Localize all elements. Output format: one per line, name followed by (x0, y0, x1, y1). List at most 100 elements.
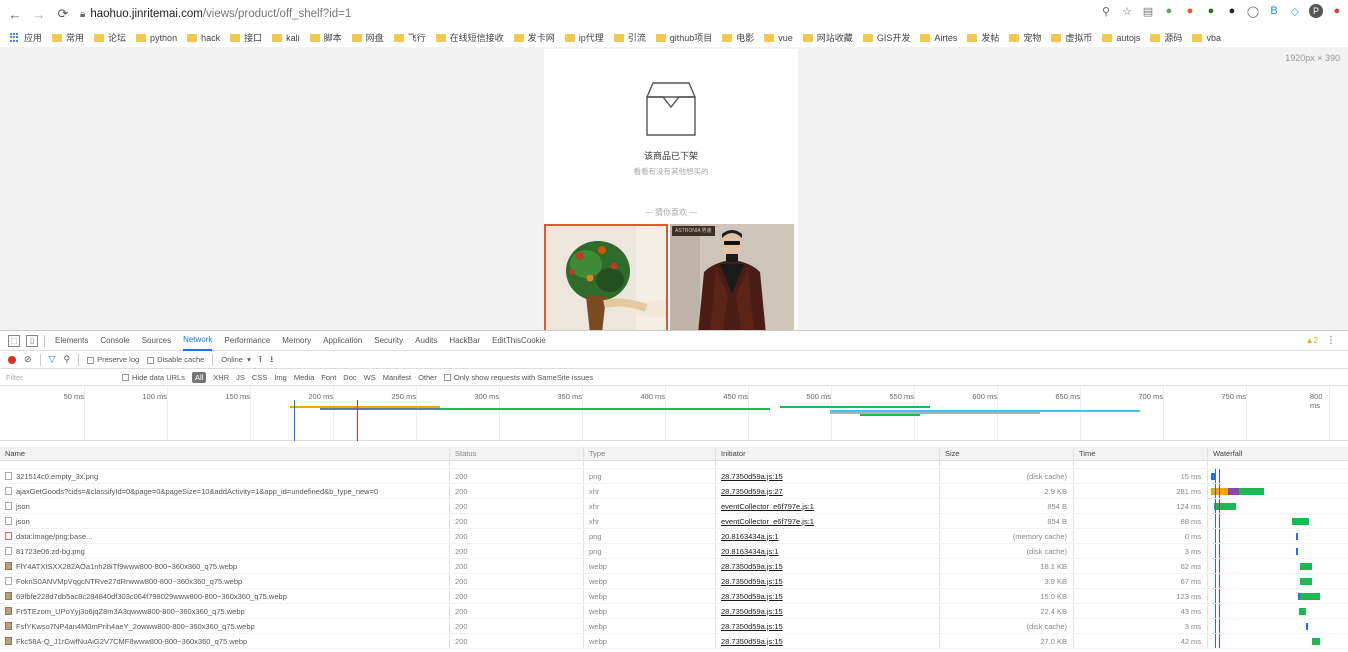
disable-cache-checkbox[interactable]: Disable cache (147, 355, 204, 364)
col-status[interactable]: Status (450, 447, 584, 460)
bookmark-folder[interactable]: 发卡网 (513, 31, 555, 44)
request-initiator-link[interactable]: 28.7350d59a.js:15 (716, 559, 940, 573)
bookmark-folder[interactable]: github项目 (655, 31, 712, 44)
hide-data-urls-checkbox[interactable]: Hide data URLs (122, 373, 185, 382)
table-row[interactable]: data:image/png;base... 200 png 20.8163434a.… (0, 529, 1348, 544)
ext-7[interactable]: B (1267, 4, 1281, 18)
type-filter-other[interactable]: Other (418, 373, 437, 382)
bookmark-folder[interactable]: kali (272, 33, 300, 43)
request-initiator-link[interactable]: 28.7350d59a.js:15 (716, 619, 940, 633)
bookmark-folder[interactable]: 论坛 (94, 31, 126, 44)
col-name[interactable]: Name (0, 447, 450, 460)
type-filter-xhr[interactable]: XHR (213, 373, 229, 382)
tab-audits[interactable]: Audits (415, 331, 437, 351)
back-arrow-icon[interactable]: ← (6, 5, 24, 23)
bookmark-folder[interactable]: 脚本 (309, 31, 342, 44)
bookmark-folder[interactable]: 网站收藏 (802, 31, 853, 44)
request-initiator-link[interactable]: 28.7350d59a.js:15 (716, 574, 940, 588)
preserve-log-checkbox[interactable]: Preserve log (87, 355, 139, 364)
reload-icon[interactable]: ⟳ (54, 5, 72, 23)
tab-sources[interactable]: Sources (142, 331, 171, 351)
tab-console[interactable]: Console (100, 331, 129, 351)
tab-network[interactable]: Network (183, 331, 213, 351)
col-waterfall[interactable]: Waterfall (1208, 447, 1348, 460)
table-row[interactable]: FoknS0ANVMpVqgcNTRve27dRrwww800-800~360x… (0, 574, 1348, 589)
tab-memory[interactable]: Memory (282, 331, 311, 351)
bookmark-folder[interactable]: 电影 (722, 31, 754, 44)
bookmark-folder[interactable]: 虚拟币 (1051, 31, 1092, 44)
ext-3[interactable]: ● (1183, 4, 1197, 18)
address-bar[interactable]: 🔒︎ haohuo.jinritemai.com/views/product/o… (80, 3, 351, 25)
table-row[interactable]: 69fbfe228d7db5ac8c284840df303c064f798029… (0, 589, 1348, 604)
ext-1[interactable]: ▤ (1141, 4, 1155, 18)
type-filter-ws[interactable]: WS (364, 373, 376, 382)
clear-icon[interactable]: ⊘ (24, 354, 32, 365)
tab-security[interactable]: Security (374, 331, 403, 351)
product-card-plant[interactable] (544, 224, 668, 330)
table-row[interactable]: Fkc58A-Q_J1rGwfNuAiG2V7CMF8www800-800~36… (0, 634, 1348, 649)
ext-4[interactable]: ● (1204, 4, 1218, 18)
samesite-checkbox[interactable]: Only show requests with SameSite issues (443, 373, 593, 382)
star-icon[interactable]: ☆ (1120, 4, 1134, 18)
type-filter-img[interactable]: Img (274, 373, 287, 382)
type-filter-css[interactable]: CSS (252, 373, 267, 382)
bookmark-folder[interactable]: 宠物 (1009, 31, 1041, 44)
bookmark-folder[interactable]: Airtes (920, 33, 957, 43)
bookmark-folder[interactable]: 引流 (613, 31, 646, 44)
bookmark-folder[interactable]: GIS开发 (862, 31, 910, 44)
col-initiator[interactable]: Initiator (716, 447, 940, 460)
filter-icon[interactable]: ▽ (49, 354, 56, 365)
table-row[interactable]: Fr5TEzom_UPoYyj3o6jqZ8m3A3qwww800-800~36… (0, 604, 1348, 619)
ext-9[interactable]: ● (1330, 4, 1344, 18)
table-row[interactable]: json 200 xhr eventCollector_e6f797e.js:1 854… (0, 514, 1348, 529)
tab-elements[interactable]: Elements (55, 331, 88, 351)
bookmark-folder[interactable]: 常用 (52, 31, 84, 44)
import-har-icon[interactable]: ⭱ (259, 352, 262, 368)
table-row[interactable]: FlY4ATXtSXX282AOa1nh28iTf9www800-800~360… (0, 559, 1348, 574)
request-initiator-link[interactable]: eventCollector_e6f797e.js:1 (716, 514, 940, 528)
warning-badge[interactable]: ▲2 (1306, 336, 1318, 345)
request-initiator-link[interactable]: 28.7350d59a.js:15 (716, 589, 940, 603)
network-overview-timeline[interactable]: 50 ms 100 ms 150 ms 200 ms 250 ms 300 ms 350 m… (0, 386, 1348, 441)
export-har-icon[interactable]: ⭳ (270, 352, 273, 368)
forward-arrow-icon[interactable]: → (30, 5, 48, 23)
table-row[interactable]: FsfYKwso7NP4an4M0mPrih4aeY_2owww800-800~… (0, 619, 1348, 634)
request-initiator-link[interactable]: 28.7350d59a.js:27 (716, 484, 940, 498)
type-filter-media[interactable]: Media (294, 373, 314, 382)
bookmark-folder[interactable]: 网盘 (351, 31, 384, 44)
tab-application[interactable]: Application (323, 331, 362, 351)
bookmark-folder[interactable]: 源码 (1150, 31, 1182, 44)
ext-2[interactable]: ● (1162, 4, 1176, 18)
bookmark-folder[interactable]: hack (187, 33, 220, 43)
bookmark-folder[interactable]: 在线短信接收 (435, 31, 504, 44)
device-toolbar-icon[interactable]: ▯ (26, 334, 38, 347)
bookmark-folder[interactable]: python (136, 33, 177, 43)
bookmark-folder[interactable]: vue (764, 33, 793, 43)
request-initiator-link[interactable]: 20.8163434a.js:1 (716, 529, 940, 543)
bookmark-folder[interactable]: 飞行 (393, 31, 426, 44)
zoom-icon[interactable]: ⚲ (1099, 4, 1113, 18)
bookmark-folder[interactable]: 发帖 (967, 31, 999, 44)
search-icon[interactable]: ⚲ (63, 354, 70, 365)
request-initiator-link[interactable]: eventCollector_e6f797e.js:1 (716, 499, 940, 513)
bookmark-folder[interactable]: autojs (1102, 33, 1140, 43)
devtools-menu-icon[interactable]: ⋮ (1326, 335, 1336, 346)
request-initiator-link[interactable]: 20.8163434a.js:1 (716, 544, 940, 558)
col-time[interactable]: Time (1074, 447, 1208, 460)
bookmark-folder[interactable]: vba (1192, 33, 1221, 43)
ext-8[interactable]: ◇ (1288, 4, 1302, 18)
throttling-select[interactable]: Online ▾ (221, 355, 251, 364)
type-filter-js[interactable]: JS (236, 373, 245, 382)
ext-5[interactable]: ● (1225, 4, 1239, 18)
bookmark-folder[interactable]: 接口 (230, 31, 262, 44)
table-row[interactable]: 81723e06.zd-bg.png 200 png 20.8163434a.js:1… (0, 544, 1348, 559)
type-filter-manifest[interactable]: Manifest (383, 373, 411, 382)
record-icon[interactable] (8, 355, 16, 364)
inspect-element-icon[interactable]: ⬚ (8, 334, 20, 347)
table-row[interactable]: 321514c0.empty_3x.png 200 png 28.7350d59a.j… (0, 469, 1348, 484)
request-initiator-link[interactable]: 28.7350d59a.js:15 (716, 469, 940, 483)
table-row-partial[interactable] (0, 461, 1348, 469)
tab-editthiscookie[interactable]: EditThisCookie (492, 331, 546, 351)
type-filter-all[interactable]: All (191, 371, 207, 383)
bookmark-apps[interactable]: 应用 (10, 31, 42, 44)
